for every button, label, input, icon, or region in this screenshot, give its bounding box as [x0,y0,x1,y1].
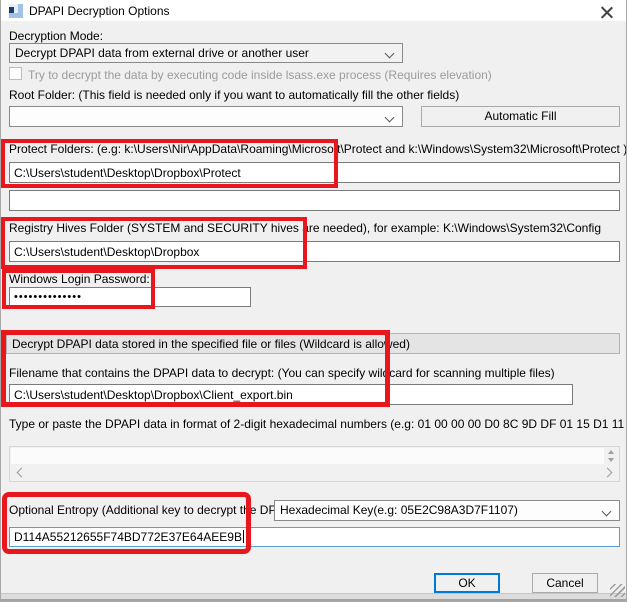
filename-label: Filename that contains the DPAPI data to… [9,366,555,380]
protect-folder-input-2[interactable] [9,190,620,211]
automatic-fill-button[interactable]: Automatic Fill [421,106,620,127]
hex-data-text[interactable] [11,448,604,464]
resize-grip[interactable] [610,584,625,597]
lsass-checkbox-label: Try to decrypt the data by executing cod… [28,68,492,82]
chevron-down-icon [385,113,395,123]
dpapi-decryption-options-dialog: DPAPI Decryption Options Decryption Mode… [0,0,627,602]
window-title: DPAPI Decryption Options [29,4,170,18]
password-input[interactable] [9,287,251,307]
decryption-mode-select[interactable]: Decrypt DPAPI data from external drive o… [9,43,403,63]
entropy-value: D114A55212655F74BD772E37E64AEE9B [14,530,242,544]
lsass-checkbox[interactable] [9,67,22,80]
protect-folder-input-1[interactable] [9,162,620,183]
registry-hives-label: Registry Hives Folder (SYSTEM and SECURI… [9,221,601,235]
scroll-right-icon[interactable] [603,468,613,478]
filename-input[interactable] [9,384,573,405]
app-icon [9,4,23,18]
horizontal-scrollbar[interactable] [11,464,618,480]
scroll-left-icon[interactable] [17,468,27,478]
entropy-type-value: Hexadecimal Key(e.g: 05E2C98A3D7F1107) [280,503,518,517]
root-folder-label: Root Folder: (This field is needed only … [9,88,459,102]
vertical-scrollbar[interactable] [605,448,618,464]
chevron-down-icon [385,49,395,59]
decryption-mode-label: Decryption Mode: [9,29,103,43]
root-folder-combobox[interactable] [9,106,403,127]
chevron-down-icon [602,507,612,517]
protect-folders-label: Protect Folders: (e.g: k:\Users\Nir\AppD… [9,142,627,156]
close-button[interactable] [590,1,622,21]
text-caret-icon [243,530,244,543]
window-bottom-edge [1,593,626,602]
decryption-mode-value: Decrypt DPAPI data from external drive o… [15,46,309,60]
close-icon [601,5,613,17]
data-source-header: Decrypt DPAPI data stored in the specifi… [6,333,620,354]
title-bar: DPAPI Decryption Options [1,0,626,21]
hex-data-area[interactable] [9,446,620,482]
scroll-up-icon[interactable] [608,450,614,454]
registry-hives-input[interactable] [9,241,620,262]
ok-button[interactable]: OK [434,573,500,593]
password-label: Windows Login Password: [9,272,150,286]
cancel-button[interactable]: Cancel [532,573,598,593]
entropy-input[interactable]: D114A55212655F74BD772E37E64AEE9B [9,527,620,547]
hex-data-label: Type or paste the DPAPI data in format o… [9,417,627,431]
entropy-type-select[interactable]: Hexadecimal Key(e.g: 05E2C98A3D7F1107) [274,500,620,521]
scroll-down-icon[interactable] [608,458,614,462]
